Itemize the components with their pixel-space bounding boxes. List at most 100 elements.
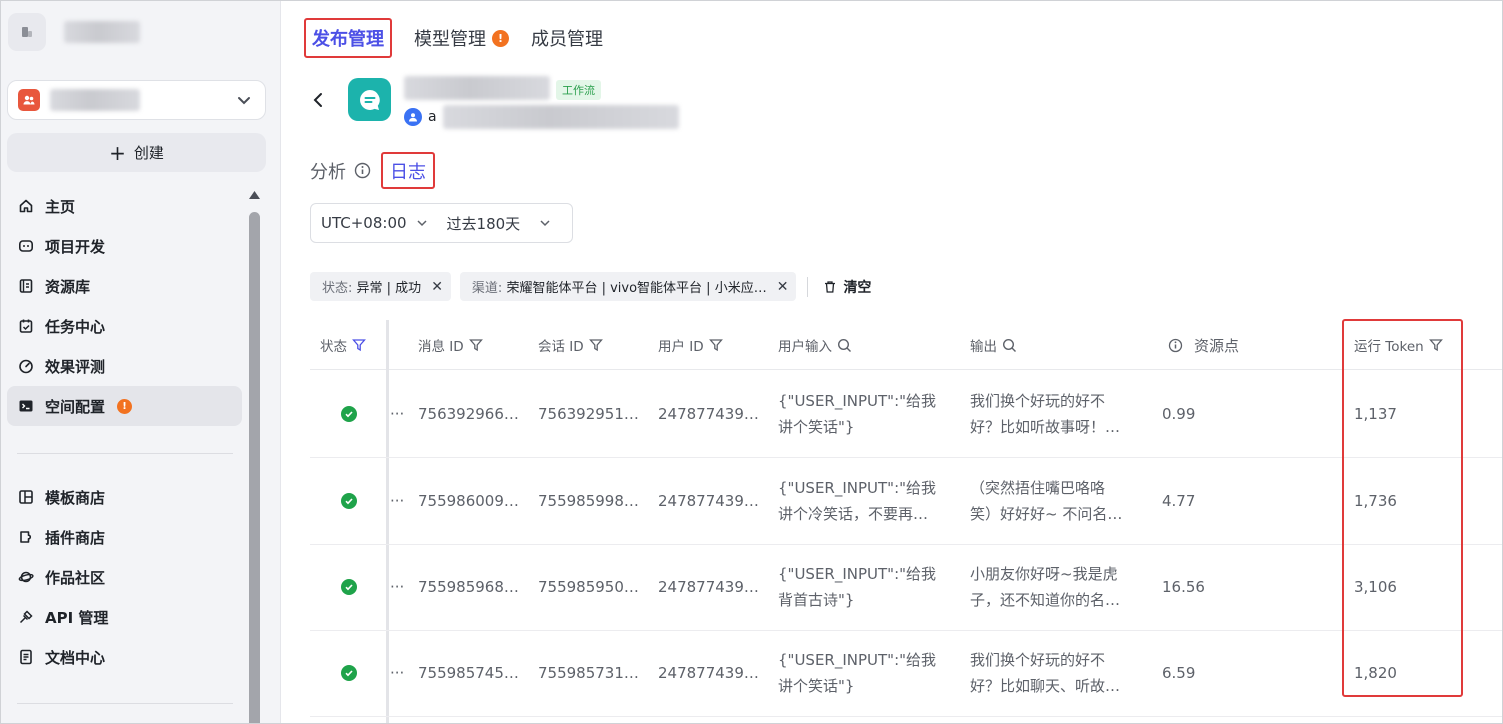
filter-chip-channel[interactable]: 渠道: 荣耀智能体平台 | vivo智能体平台 | 小米应… ✕ — [459, 272, 797, 301]
space-selector[interactable] — [7, 80, 266, 120]
workspace-header[interactable] — [8, 12, 140, 52]
scroll-thumb[interactable] — [249, 212, 260, 724]
output-cell: 小朋友你好呀~我是虎 子，还不知道你的名… — [970, 544, 1150, 630]
sidebar-item-library[interactable]: 资源库 — [7, 266, 242, 306]
sidebar-scrollbar[interactable] — [247, 188, 262, 724]
status-cell — [341, 371, 357, 457]
truncated-cell: ··· — [390, 578, 405, 596]
scroll-up-arrow-icon[interactable] — [247, 188, 262, 202]
sidebar-item-evaluation[interactable]: 效果评测 — [7, 346, 242, 386]
sidebar-item-community[interactable]: 作品社区 — [7, 557, 242, 597]
column-header-session-id: 会话 ID — [538, 320, 603, 370]
create-label: 创建 — [133, 144, 164, 162]
filter-icon[interactable] — [588, 338, 603, 352]
user-input-cell: {"USER_INPUT":"给我 讲个笑话"} — [778, 371, 958, 457]
sidebar-item-home[interactable]: 主页 — [7, 186, 242, 226]
tab-model-management[interactable]: 模型管理 ! — [414, 18, 509, 58]
user-id-cell: 247877439… — [658, 492, 759, 510]
user-avatar-icon — [404, 108, 422, 126]
nav-divider — [17, 703, 233, 704]
search-icon[interactable] — [1002, 338, 1017, 353]
cell-line: 我们换个好玩的好不 — [970, 392, 1106, 410]
cell-line: 好？比如听故事呀！… — [970, 418, 1121, 436]
table-header: 状态 消息 ID 会话 ID 用户 ID 用户输入 输出 资源点 运行 Toke… — [310, 320, 1503, 370]
sidebar-item-plugin-store[interactable]: 插件商店 — [7, 517, 242, 557]
tab-label: 日志 — [390, 161, 426, 183]
table-row[interactable]: ··· 756392966… 756392951… 247877439… {"U… — [310, 371, 1503, 458]
token-cell: 1,820 — [1354, 664, 1397, 682]
table-row[interactable]: ··· 755985968… 755985950… 247877439… {"U… — [310, 544, 1503, 631]
workspace-logo — [8, 13, 46, 51]
task-icon — [17, 317, 35, 335]
sidebar-item-label: 空间配置 — [45, 397, 106, 416]
nav-main: 主页 项目开发 资源库 任务中心 效果评测 空间配置 ! — [7, 186, 242, 426]
sidebar-item-space-config[interactable]: 空间配置 ! — [7, 386, 242, 426]
workspace-name-redacted — [64, 21, 140, 43]
info-icon[interactable] — [1168, 338, 1183, 353]
filter-icon[interactable] — [352, 338, 366, 352]
sidebar-item-docs[interactable]: 文档中心 — [7, 637, 242, 677]
filter-icon[interactable] — [708, 338, 723, 352]
clear-filters-button[interactable]: 清空 — [823, 277, 871, 297]
library-icon — [17, 277, 35, 295]
building-icon — [22, 27, 32, 37]
success-check-icon — [341, 493, 357, 509]
status-cell — [341, 458, 357, 544]
user-id-cell: 247877439… — [658, 578, 759, 596]
api-icon — [17, 608, 35, 626]
table-row[interactable]: ··· 755986009… 755985998… 247877439… {"U… — [310, 458, 1503, 545]
tab-analysis[interactable]: 分析 — [310, 152, 371, 189]
close-icon[interactable]: ✕ — [777, 279, 789, 295]
filter-chip-status[interactable]: 状态: 异常 | 成功 ✕ — [310, 272, 451, 301]
plus-icon: + — [109, 140, 126, 165]
sidebar-item-projects[interactable]: 项目开发 — [7, 226, 242, 266]
search-icon[interactable] — [837, 338, 852, 353]
cell-line: {"USER_INPUT":"给我 — [778, 479, 937, 497]
success-check-icon — [341, 406, 357, 422]
cell-line: {"USER_INPUT":"给我 — [778, 651, 937, 669]
cell-line: 讲个笑话"} — [778, 677, 855, 695]
user-input-cell: {"USER_INPUT":"给我 讲个笑话"} — [778, 630, 958, 716]
sidebar-item-label: 任务中心 — [45, 317, 106, 336]
filter-icon[interactable] — [468, 338, 483, 352]
cell-line: {"USER_INPUT":"给我 — [778, 565, 937, 583]
cell-line: 讲个笑话"} — [778, 418, 855, 436]
message-id-cell: 755986009… — [418, 492, 519, 510]
home-icon — [17, 197, 35, 215]
back-arrow-icon[interactable] — [310, 88, 326, 112]
output-cell: （突然捂住嘴巴咯咯 笑）好好好~ 不问名… — [970, 458, 1150, 544]
team-icon — [18, 89, 40, 111]
chip-value: 异常 | 成功 — [356, 281, 422, 296]
sidebar-item-label: 文档中心 — [45, 648, 106, 667]
cell-line: 小朋友你好呀~我是虎 — [970, 565, 1118, 583]
sidebar-item-template-store[interactable]: 模板商店 — [7, 477, 242, 517]
column-label: 状态 — [320, 339, 347, 355]
tab-label: 分析 — [310, 161, 346, 183]
info-icon[interactable] — [354, 162, 371, 179]
column-header-token: 运行 Token — [1354, 320, 1443, 370]
create-button[interactable]: + 创建 — [7, 133, 266, 172]
user-id-cell: 247877439… — [658, 405, 759, 423]
terminal-icon — [17, 397, 35, 415]
range-select[interactable]: 过去180天 — [447, 213, 553, 234]
time-filter: UTC+08:00 过去180天 — [310, 203, 573, 243]
tab-logs[interactable]: 日志 — [381, 152, 435, 189]
sidebar: + 创建 主页 项目开发 资源库 任务中心 效果评测 空间配置 ! 模板商店 插… — [0, 0, 281, 724]
table-row[interactable]: ··· 755985745… 755985731… 247877439… {"U… — [310, 630, 1503, 717]
nav-secondary: 模板商店 插件商店 作品社区 API 管理 文档中心 — [7, 477, 242, 677]
sidebar-item-api[interactable]: API 管理 — [7, 597, 242, 637]
resource-cell: 6.59 — [1162, 664, 1196, 682]
tab-publish-management[interactable]: 发布管理 — [304, 18, 392, 58]
column-label: 资源点 — [1194, 336, 1240, 355]
timezone-select[interactable]: UTC+08:00 — [321, 214, 429, 232]
active-filters: 状态: 异常 | 成功 ✕ 渠道: 荣耀智能体平台 | vivo智能体平台 | … — [310, 272, 871, 301]
close-icon[interactable]: ✕ — [431, 279, 443, 295]
sidebar-item-tasks[interactable]: 任务中心 — [7, 306, 242, 346]
sidebar-item-label: 效果评测 — [45, 357, 106, 376]
tab-member-management[interactable]: 成员管理 — [531, 18, 603, 58]
sidebar-item-label: API 管理 — [45, 608, 109, 627]
filter-icon[interactable] — [1428, 338, 1443, 352]
status-cell — [341, 630, 357, 716]
message-id-cell: 755985745… — [418, 664, 519, 682]
output-cell: 我们换个好玩的好不 好？比如聊天、听故… — [970, 630, 1150, 716]
